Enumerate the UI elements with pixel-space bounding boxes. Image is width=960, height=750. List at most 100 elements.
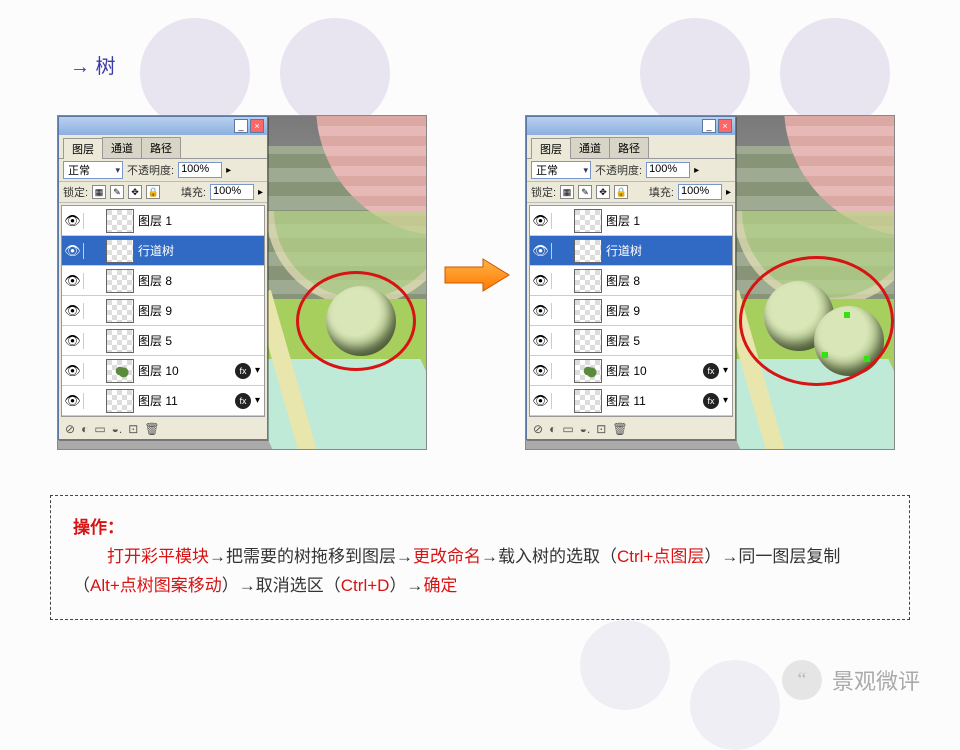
chevron-icon[interactable]: ▾ bbox=[255, 395, 260, 406]
tab-2[interactable]: 路径 bbox=[609, 137, 649, 158]
panel-titlebar: _× bbox=[59, 117, 267, 135]
layer-name: 图层 8 bbox=[606, 272, 732, 289]
layer-thumb[interactable] bbox=[106, 239, 134, 263]
layer-row-1[interactable]: 👁行道树 bbox=[530, 236, 732, 266]
instruction-text: →载入树的选取（ bbox=[481, 547, 617, 566]
layer-row-3[interactable]: 👁 图层 9 bbox=[62, 296, 264, 326]
footer-btn-5[interactable]: 🗑 bbox=[612, 422, 627, 436]
minimize-button[interactable]: _ bbox=[702, 119, 716, 133]
visibility-icon[interactable]: 👁 bbox=[62, 273, 84, 289]
footer-btn-0[interactable]: ⊘ bbox=[65, 422, 75, 436]
close-button[interactable]: × bbox=[718, 119, 732, 133]
layer-thumb[interactable] bbox=[574, 389, 602, 413]
footer-btn-1[interactable]: ◐ bbox=[81, 422, 88, 436]
layer-thumb[interactable] bbox=[574, 299, 602, 323]
layer-row-6[interactable]: 👁 图层 11fx ▾ bbox=[530, 386, 732, 416]
layer-row-5[interactable]: 👁图层 10fx▾ bbox=[62, 356, 264, 386]
layer-thumb[interactable] bbox=[106, 269, 134, 293]
footer-btn-4[interactable]: ⊡ bbox=[128, 422, 138, 436]
opacity-label: 不透明度: bbox=[595, 162, 642, 178]
visibility-icon[interactable]: 👁 bbox=[62, 243, 84, 259]
opacity-field[interactable]: 100% bbox=[178, 162, 222, 178]
tab-2[interactable]: 路径 bbox=[141, 137, 181, 158]
tab-1[interactable]: 通道 bbox=[102, 137, 142, 158]
layer-name: 图层 5 bbox=[138, 332, 264, 349]
tab-1[interactable]: 通道 bbox=[570, 137, 610, 158]
fill-label: 填充: bbox=[649, 184, 674, 200]
layer-name: 图层 5 bbox=[606, 332, 732, 349]
chevron-icon[interactable]: ▾ bbox=[255, 365, 260, 376]
layer-thumb[interactable] bbox=[106, 359, 134, 383]
visibility-icon[interactable]: 👁 bbox=[62, 333, 84, 349]
layer-row-3[interactable]: 👁图层 9 bbox=[530, 296, 732, 326]
visibility-icon[interactable]: 👁 bbox=[530, 333, 552, 349]
visibility-icon[interactable]: 👁 bbox=[62, 363, 84, 379]
layer-thumb[interactable] bbox=[574, 269, 602, 293]
highlight-ellipse bbox=[296, 271, 416, 371]
footer-btn-5[interactable]: 🗑 bbox=[144, 422, 159, 436]
opacity-label: 不透明度: bbox=[127, 162, 174, 178]
fill-field[interactable]: 100% bbox=[210, 184, 254, 200]
layer-thumb[interactable] bbox=[574, 209, 602, 233]
close-button[interactable]: × bbox=[250, 119, 264, 133]
opacity-field[interactable]: 100% bbox=[646, 162, 690, 178]
chevron-icon[interactable]: ▾ bbox=[723, 395, 728, 406]
layer-thumb[interactable] bbox=[574, 329, 602, 353]
instruction-highlight: 更改命名 bbox=[413, 547, 481, 566]
visibility-icon[interactable]: 👁 bbox=[530, 273, 552, 289]
layer-row-4[interactable]: 👁 图层 5 bbox=[530, 326, 732, 356]
visibility-icon[interactable]: 👁 bbox=[530, 393, 552, 409]
visibility-icon[interactable]: 👁 bbox=[62, 303, 84, 319]
decorative-circle bbox=[580, 620, 670, 710]
layer-row-1[interactable]: 👁行道树 bbox=[62, 236, 264, 266]
footer-btn-4[interactable]: ⊡ bbox=[596, 422, 606, 436]
footer-btn-0[interactable]: ⊘ bbox=[533, 422, 543, 436]
blend-mode-select[interactable]: 正常 bbox=[531, 161, 591, 179]
layer-thumb[interactable] bbox=[106, 329, 134, 353]
layer-row-6[interactable]: 👁图层 11fx▾ bbox=[62, 386, 264, 416]
tab-0[interactable]: 图层 bbox=[531, 138, 571, 159]
footer-btn-3[interactable]: ◒. bbox=[580, 422, 591, 436]
layer-row-2[interactable]: 👁 图层 8 bbox=[62, 266, 264, 296]
lock-icons: ▦✎✥🔒 bbox=[560, 185, 628, 199]
layer-thumb[interactable] bbox=[106, 299, 134, 323]
instruction-body: 打开彩平模块→把需要的树拖移到图层→更改命名→载入树的选取（Ctrl+点图层）→… bbox=[73, 547, 840, 595]
layer-row-0[interactable]: 👁 图层 1 bbox=[62, 206, 264, 236]
lock-icons: ▦✎✥🔒 bbox=[92, 185, 160, 199]
layer-row-0[interactable]: 👁图层 1 bbox=[530, 206, 732, 236]
visibility-icon[interactable]: 👁 bbox=[530, 243, 552, 259]
layer-name: 图层 11 bbox=[606, 392, 703, 409]
minimize-button[interactable]: _ bbox=[234, 119, 248, 133]
lock-label: 锁定: bbox=[63, 184, 88, 200]
fill-field[interactable]: 100% bbox=[678, 184, 722, 200]
fx-badge[interactable]: fx bbox=[235, 393, 251, 409]
layer-thumb[interactable] bbox=[106, 209, 134, 233]
layer-row-5[interactable]: 👁图层 10fx▾ bbox=[530, 356, 732, 386]
visibility-icon[interactable]: 👁 bbox=[530, 363, 552, 379]
fx-badge[interactable]: fx bbox=[703, 363, 719, 379]
footer-btn-3[interactable]: ◒. bbox=[112, 422, 123, 436]
footer-btn-2[interactable]: ▭ bbox=[94, 422, 105, 436]
footer-btn-2[interactable]: ▭ bbox=[562, 422, 573, 436]
visibility-icon[interactable]: 👁 bbox=[62, 393, 84, 409]
layer-thumb[interactable] bbox=[574, 359, 602, 383]
panel-titlebar: _× bbox=[527, 117, 735, 135]
blend-mode-select[interactable]: 正常 bbox=[63, 161, 123, 179]
tab-0[interactable]: 图层 bbox=[63, 138, 103, 159]
wechat-icon: “ bbox=[782, 660, 822, 700]
visibility-icon[interactable]: 👁 bbox=[530, 303, 552, 319]
footer-btn-1[interactable]: ◐ bbox=[549, 422, 556, 436]
fx-badge[interactable]: fx bbox=[703, 393, 719, 409]
visibility-icon[interactable]: 👁 bbox=[530, 213, 552, 229]
chevron-icon[interactable]: ▾ bbox=[723, 365, 728, 376]
layer-name: 图层 8 bbox=[138, 272, 264, 289]
layer-row-2[interactable]: 👁 图层 8 bbox=[530, 266, 732, 296]
layer-name: 图层 1 bbox=[138, 212, 264, 229]
visibility-icon[interactable]: 👁 bbox=[62, 213, 84, 229]
layer-name: 图层 9 bbox=[138, 302, 264, 319]
layer-thumb[interactable] bbox=[106, 389, 134, 413]
layer-row-4[interactable]: 👁 图层 5 bbox=[62, 326, 264, 356]
instruction-heading: 操作： bbox=[73, 518, 124, 537]
layer-thumb[interactable] bbox=[574, 239, 602, 263]
fx-badge[interactable]: fx bbox=[235, 363, 251, 379]
